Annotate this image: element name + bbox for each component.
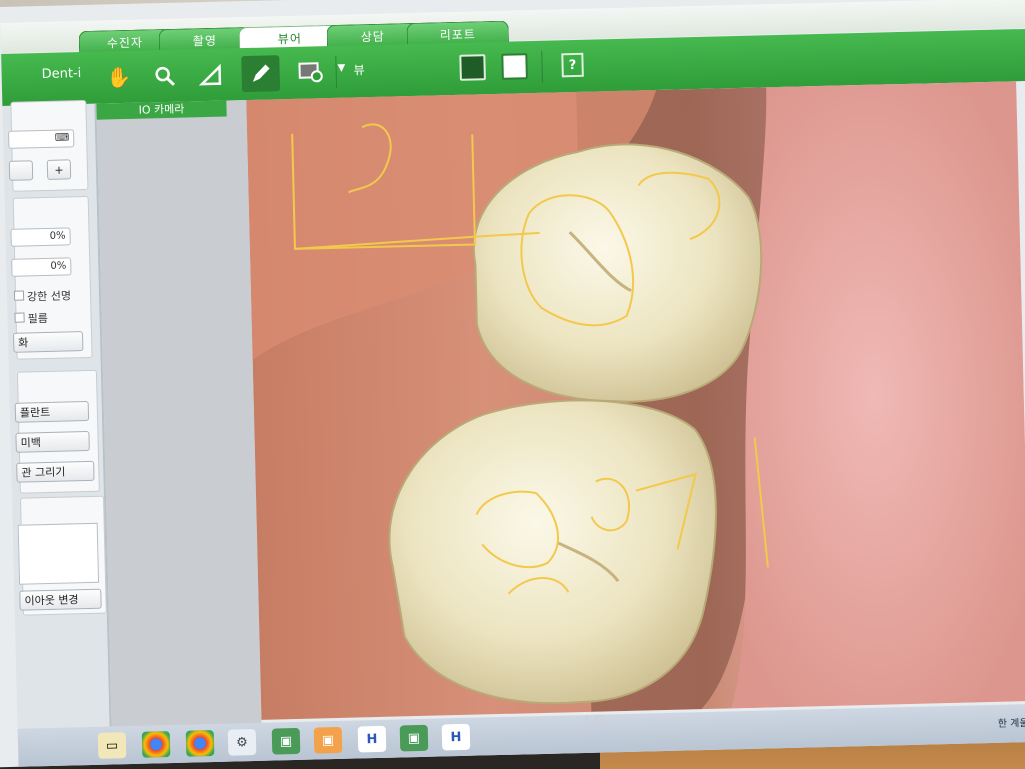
panel-card-top: ⌨ + [8,99,89,192]
draw-canal-button[interactable]: 관 그리기 [16,460,95,483]
chrome-icon[interactable] [141,731,171,758]
measure-tool[interactable] [191,56,230,93]
view-dropdown-label[interactable]: 뷰 [353,61,364,78]
panel-card-simulation: 플란트 미백 관 그리기 [14,369,100,494]
hand-icon: ✋ [105,64,132,90]
stepper-plus[interactable]: + [46,159,72,180]
pen-draw-tool[interactable] [241,55,281,93]
hangul-app-icon[interactable]: H [357,725,387,753]
camera-source-label: IO 카메라 [96,100,227,120]
pencil-icon [252,64,270,82]
sharpen-checkbox[interactable]: 강한 선명 [13,287,71,304]
implant-button[interactable]: 플란트 [14,400,90,423]
apply-button[interactable]: 화 [12,331,84,353]
zoom-tool[interactable] [145,58,184,95]
lower-molar [388,399,717,705]
stepper-minus[interactable] [8,160,34,181]
system-tray-text: 한 계울 [997,718,1025,730]
taskbar-folder-icon[interactable]: ▭ [97,732,127,759]
hand-pan-tool[interactable]: ✋ [99,59,138,96]
settings-gear-icon[interactable]: ⚙ [227,728,257,756]
keyboard-input[interactable]: ⌨ [8,129,75,149]
upper-molar [472,143,763,403]
app-brand: Dent-i [41,66,82,83]
change-layout-button[interactable]: 이아웃 변경 [19,588,102,611]
brightness-value[interactable]: 0% [10,227,71,247]
whitening-button[interactable]: 미백 [15,430,90,453]
layout-grid-button[interactable] [459,54,486,81]
viewer-gutter [96,100,262,744]
image-refresh-tool[interactable] [291,54,330,91]
help-button[interactable]: ? [561,52,584,78]
hangul-app-icon[interactable]: H [441,723,471,751]
image-refresh-icon [298,62,323,83]
layout-preview [17,522,100,585]
ruler-triangle-icon [198,63,222,86]
intraoral-photo [246,81,1025,712]
dental-app-icon[interactable]: ▣ [399,724,429,752]
monitor-screen: 수진자 촬영 뷰어 상담 리포트 Dent-i ✋ ▼ 뷰 ? ⌨ + 0% 0… [0,0,1025,768]
media-app-icon[interactable]: ▣ [313,726,343,754]
view-dropdown-caret-icon[interactable]: ▼ [337,63,345,74]
monitor-logo: LG [585,712,607,727]
chrome-icon[interactable] [185,730,215,757]
keyboard-icon: ⌨ [54,132,70,144]
film-checkbox[interactable]: 필름 [14,310,48,327]
face-view-button[interactable] [501,53,528,80]
left-tool-panel: ⌨ + 0% 0% 강한 선명 필름 화 플란트 미백 관 그리기 이아웃 변경 [2,99,113,746]
dental-app-icon[interactable]: ▣ [271,727,301,755]
intraoral-image-viewport[interactable] [246,81,1025,720]
contrast-value[interactable]: 0% [11,257,72,277]
panel-card-layout: 이아웃 변경 [17,495,107,616]
panel-card-adjust: 0% 0% 강한 선명 필름 화 [10,195,93,360]
toolbar-separator [541,50,544,83]
magnifier-icon [155,66,175,86]
